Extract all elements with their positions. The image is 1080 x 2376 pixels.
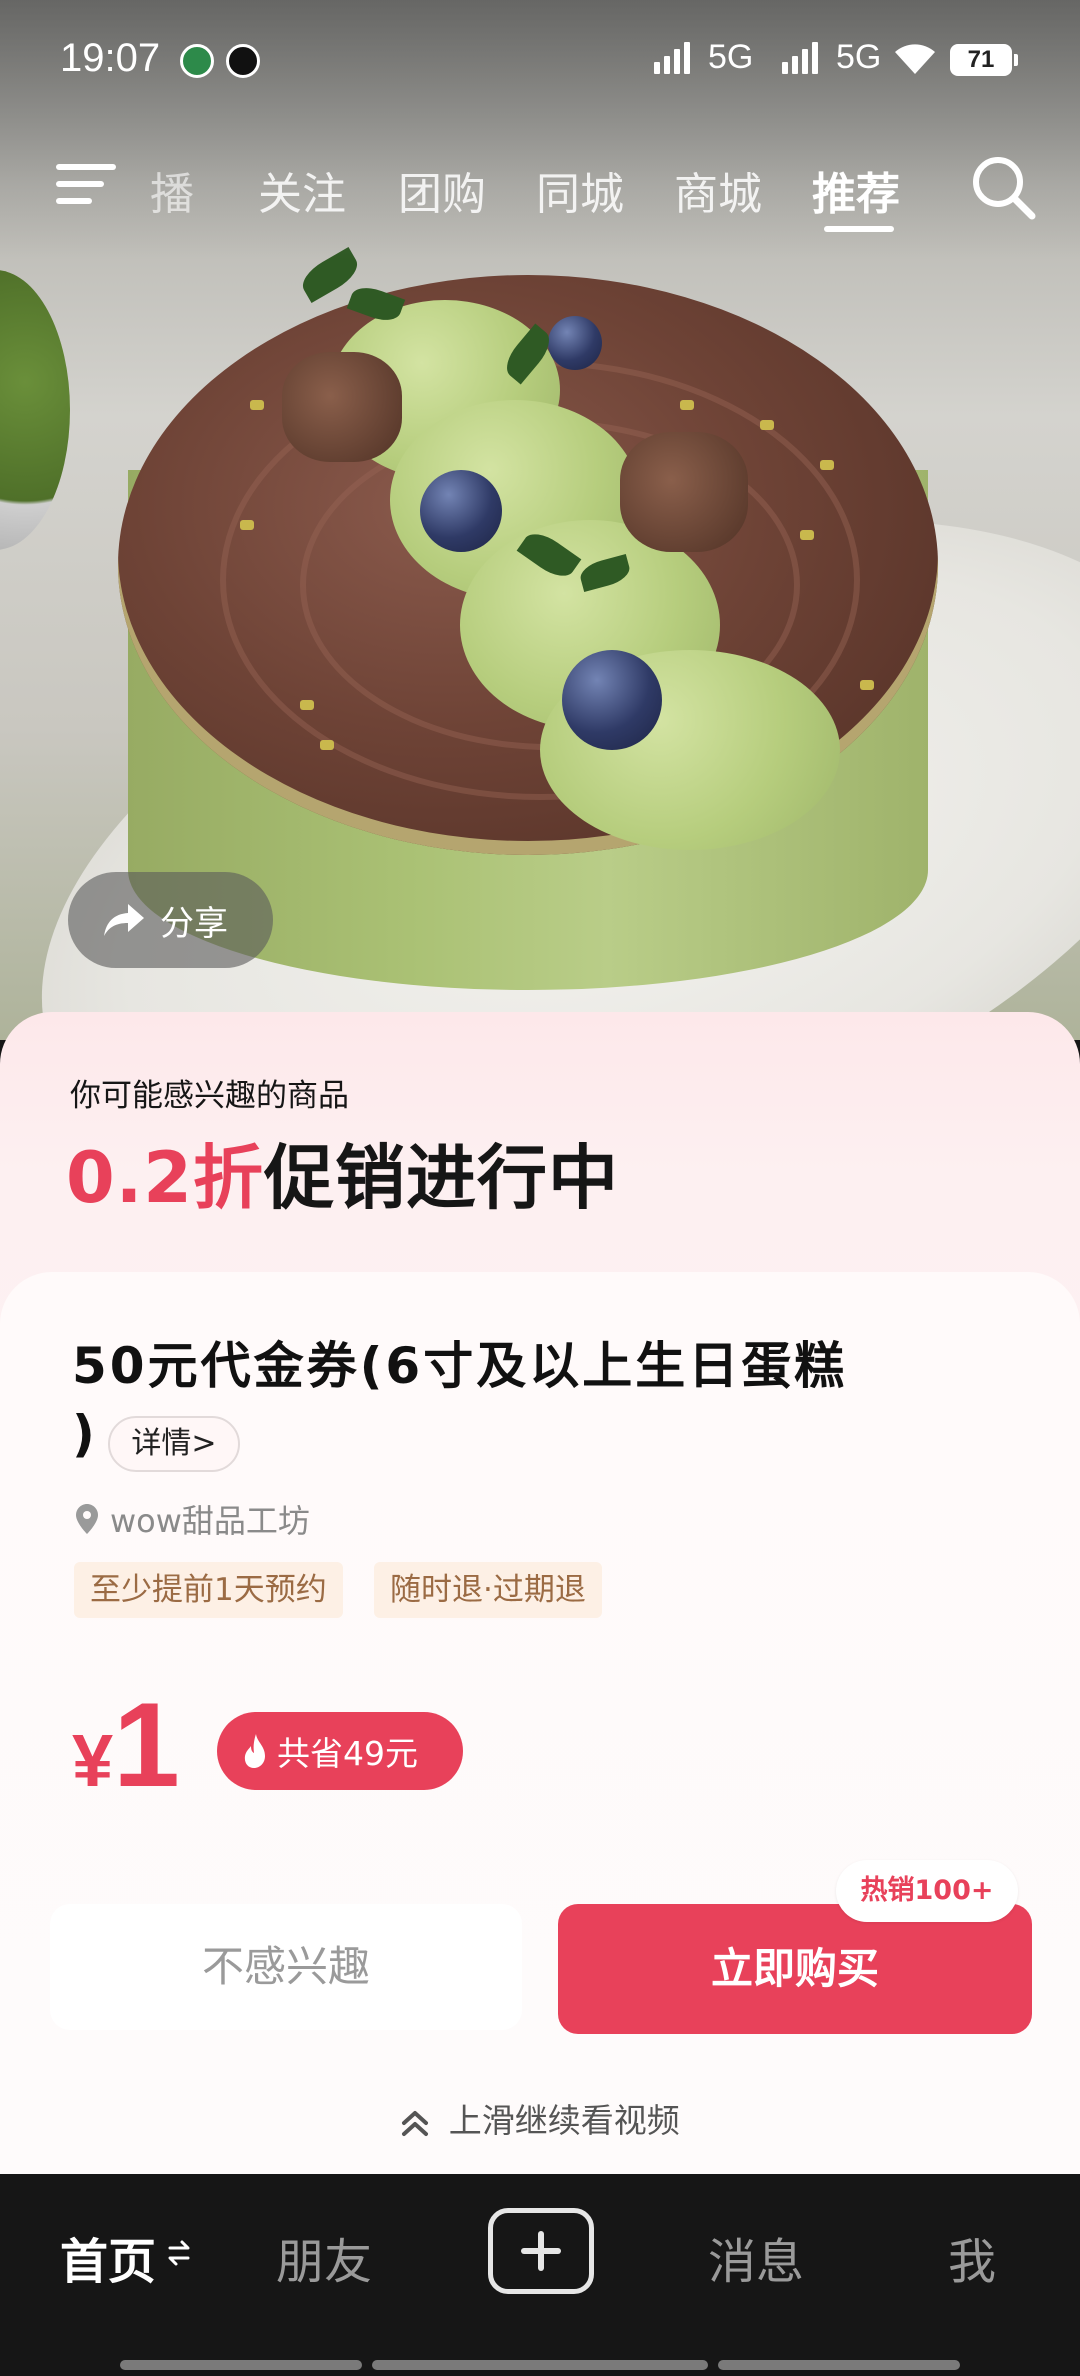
nav-messages[interactable]: 消息 [708,2222,804,2292]
qq-icon [226,44,260,78]
double-chevron-up-icon [402,2110,429,2136]
blueberry [548,316,602,370]
tag-refund: 随时退·过期退 [374,1562,602,1618]
tab-mall[interactable]: 商城 [674,158,762,222]
shop-location[interactable]: wow甜品工坊 [76,1496,310,1542]
signal-icon [654,40,690,74]
pistachio-crumb [820,460,834,470]
details-button[interactable]: 详情> [108,1416,240,1472]
cookie [282,352,402,462]
savings-label: 共省49元 [277,1734,418,1773]
discount-highlight: 0.2折 [66,1137,265,1219]
pistachio-crumb [860,680,874,690]
promo-headline: 0.2折促销进行中 [66,1122,619,1223]
home-indicator [718,2360,960,2370]
location-pin-icon [76,1504,98,1534]
buy-now-button[interactable]: 立即购买 [558,1904,1032,2034]
hot-sales-badge: 热销100+ [836,1860,1018,1922]
status-time: 19:07 [60,36,161,80]
top-nav: 播 关注 团购 同城 商城 推荐 [0,140,1080,250]
product-title-line-2: ) [72,1405,98,1463]
battery-icon: 71 [950,44,1018,76]
bottom-nav: 首页 朋友 消息 我 [0,2174,1080,2376]
product-card: 你可能感兴趣的商品 0.2折促销进行中 50元代金券(6寸及以上生日蛋糕 ) 详… [0,1012,1080,2174]
product-title-line-1: 50元代金券(6寸及以上生日蛋糕 [72,1337,848,1395]
cookie [620,432,748,552]
active-tab-indicator [824,226,894,232]
nav-home[interactable]: 首页 [60,2222,156,2292]
wifi-icon [895,44,935,74]
tag-booking: 至少提前1天预约 [74,1562,343,1618]
pistachio-crumb [800,530,814,540]
swipe-up-hint: 上滑继续看视频 [0,2094,1080,2142]
network-type-2: 5G [836,38,882,76]
create-button[interactable] [488,2208,594,2294]
tab-live[interactable]: 播 [150,158,194,222]
status-bar: 19:07 5G 5G 71 [0,0,1080,120]
pistachio-crumb [320,740,334,750]
product-detail-panel: 50元代金券(6寸及以上生日蛋糕 ) 详情> wow甜品工坊 至少提前1天预约 … [0,1272,1080,2174]
tab-following[interactable]: 关注 [258,158,346,222]
not-interested-button[interactable]: 不感兴趣 [50,1904,522,2030]
share-icon [104,904,144,936]
nav-friends[interactable]: 朋友 [276,2222,372,2292]
savings-badge: 共省49元 [217,1712,463,1790]
app-notification-icon [180,44,214,78]
share-button[interactable]: 分享 [68,872,273,968]
plus-icon-bar [521,2248,561,2254]
swipe-up-label: 上滑继续看视频 [448,2101,680,2140]
nav-me[interactable]: 我 [948,2222,996,2292]
flame-icon [244,1734,265,1768]
promo-text: 促销进行中 [264,1137,620,1219]
recommend-kicker: 你可能感兴趣的商品 [70,1078,349,1114]
pistachio-crumb [680,400,694,410]
pistachio-crumb [760,420,774,430]
product-title[interactable]: 50元代金券(6寸及以上生日蛋糕 ) [72,1332,972,1463]
pistachio-crumb [300,700,314,710]
home-indicator [120,2360,362,2370]
side-bowl [0,270,70,550]
home-indicator [372,2360,708,2370]
price: ¥1 [72,1676,180,1814]
signal-icon [782,40,818,74]
shop-name: wow甜品工坊 [110,1502,310,1540]
pistachio-crumb [240,520,254,530]
pistachio-crumb [250,400,264,410]
share-label: 分享 [160,903,228,944]
blueberry [420,470,502,552]
tab-local[interactable]: 同城 [536,158,624,222]
network-type-1: 5G [708,38,754,76]
price-currency: ¥ [72,1719,114,1802]
tab-recommended[interactable]: 推荐 [812,158,900,222]
menu-icon[interactable] [56,160,118,208]
tab-group-buy[interactable]: 团购 [398,158,486,222]
swap-arrows-icon[interactable] [168,2236,190,2270]
blueberry [562,650,662,750]
search-icon[interactable] [968,152,1040,224]
price-value: 1 [113,1678,180,1812]
